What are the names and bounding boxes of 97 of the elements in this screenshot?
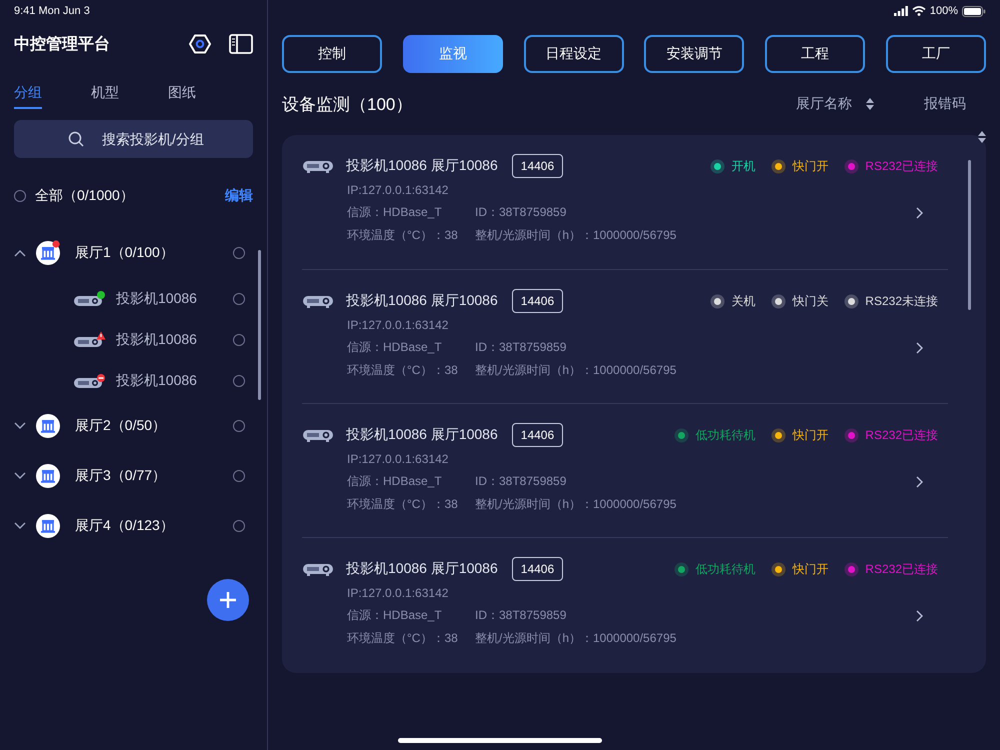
section-title: 设备监测（100） <box>282 94 414 116</box>
search-field[interactable]: 搜索投影机/分组 <box>14 120 253 158</box>
edit-link[interactable]: 编辑 <box>225 187 253 205</box>
device-label[interactable]: 投影机10086 <box>116 330 233 348</box>
status-label: 快门开 <box>792 158 828 174</box>
device-name: 投影机10086 展厅10086 <box>346 292 498 310</box>
status-label: 快门开 <box>792 426 828 444</box>
status-label: 低功耗待机 <box>695 426 756 444</box>
status-label: RS232已连接 <box>865 426 938 444</box>
temperature-text: 环境温度（°C）：38 <box>347 630 459 647</box>
ip-address: IP:127.0.0.1:63142 <box>347 451 450 468</box>
status-label: 低功耗待机 <box>695 560 756 578</box>
status-label: 快门开 <box>792 560 828 578</box>
id-text: ID：38T8759859 <box>475 607 566 624</box>
expand-icon[interactable] <box>14 422 26 430</box>
status-label: 开机 <box>731 158 756 174</box>
radio-button[interactable] <box>14 190 26 202</box>
sidebar-tab[interactable]: 机型 <box>91 84 168 110</box>
hall-icon <box>35 513 61 539</box>
status-time: 9:41 Mon Jun 3 <box>14 5 90 17</box>
collapse-icon[interactable] <box>14 249 26 257</box>
tab[interactable]: 安装调节 <box>644 35 744 73</box>
expand-icon[interactable] <box>14 472 26 480</box>
id-text: ID：38T8759859 <box>475 473 566 490</box>
temperature-text: 环境温度（°C）：38 <box>347 227 459 244</box>
runtime-text: 整机/光源时间（h）：1000000/56795 <box>475 362 676 379</box>
device-label[interactable]: 投影机10086 <box>116 290 233 308</box>
radio-button[interactable] <box>233 247 245 259</box>
wifi-icon <box>912 6 926 16</box>
chevron-right-icon[interactable] <box>916 610 923 622</box>
tab[interactable]: 工厂 <box>886 35 986 73</box>
radio-button[interactable] <box>233 292 245 304</box>
temperature-text: 环境温度（°C）：38 <box>347 362 459 379</box>
sidebar-tab[interactable]: 图纸 <box>168 84 245 110</box>
battery-icon <box>962 6 986 16</box>
sort-button[interactable]: 展厅名称 <box>796 95 874 113</box>
runtime-text: 整机/光源时间（h）：1000000/56795 <box>475 227 676 244</box>
ip-address: IP:127.0.0.1:63142 <box>347 585 450 602</box>
group-label: 全部（0/1000） <box>35 187 135 205</box>
device-name: 投影机10086 展厅10086 <box>346 157 498 175</box>
id-text: ID：38T8759859 <box>475 339 566 356</box>
sort-icon <box>866 98 874 110</box>
error-code-badge: 14406 <box>512 154 564 178</box>
radio-button[interactable] <box>233 470 245 482</box>
source-text: 信源：HDBase_T <box>347 339 443 356</box>
ip-address: IP:127.0.0.1:63142 <box>347 182 450 199</box>
device-name: 投影机10086 展厅10086 <box>346 560 498 578</box>
radio-button[interactable] <box>233 374 245 386</box>
settings-icon <box>189 33 211 55</box>
device-name: 投影机10086 展厅10086 <box>346 426 498 444</box>
status-label: RS232已连接 <box>865 560 938 578</box>
ip-address: IP:127.0.0.1:63142 <box>347 317 450 334</box>
expand-icon[interactable] <box>14 522 26 530</box>
source-text: 信源：HDBase_T <box>347 607 443 624</box>
group-label[interactable]: 展厅2（0/50） <box>75 417 233 435</box>
status-label: 快门关 <box>792 292 828 310</box>
projector-icon <box>302 159 334 173</box>
sidebar-toggle-icon <box>229 34 253 54</box>
tab[interactable]: 工程 <box>765 35 866 73</box>
chevron-right-icon[interactable] <box>916 207 923 219</box>
chevron-right-icon[interactable] <box>916 342 923 354</box>
error-code-badge: 14406 <box>512 557 564 581</box>
error-code-badge: 14406 <box>512 289 564 313</box>
battery-level: 100% <box>930 5 958 17</box>
error-code-badge: 14406 <box>512 423 564 447</box>
source-text: 信源：HDBase_T <box>347 473 443 490</box>
add-button[interactable] <box>207 579 249 621</box>
status-label: 关机 <box>731 292 756 310</box>
projector-icon <box>302 294 334 308</box>
runtime-text: 整机/光源时间（h）：1000000/56795 <box>475 630 676 647</box>
radio-button[interactable] <box>233 334 245 346</box>
scroll-arrows-icon <box>978 131 986 143</box>
temperature-text: 环境温度（°C）：38 <box>347 496 459 513</box>
hall-icon <box>35 413 61 439</box>
runtime-text: 整机/光源时间（h）：1000000/56795 <box>475 496 676 513</box>
hall-icon <box>35 463 61 489</box>
projector-icon <box>302 428 334 442</box>
group-label[interactable]: 展厅3（0/77） <box>75 467 233 485</box>
search-icon <box>68 131 84 147</box>
signal-icon <box>894 6 908 16</box>
radio-button[interactable] <box>233 520 245 532</box>
radio-button[interactable] <box>233 420 245 432</box>
device-label[interactable]: 投影机10086 <box>116 372 233 390</box>
app-title: 中控管理平台 <box>14 34 111 54</box>
column-header[interactable]: 报错码 <box>924 95 966 113</box>
plus-icon <box>219 591 237 609</box>
tab[interactable]: 控制 <box>282 35 382 73</box>
status-label: RS232未连接 <box>865 292 938 310</box>
id-text: ID：38T8759859 <box>475 204 566 221</box>
tab[interactable]: 日程设定 <box>524 35 624 73</box>
source-text: 信源：HDBase_T <box>347 204 443 221</box>
sidebar-tab[interactable]: 分组 <box>14 84 91 110</box>
chevron-right-icon[interactable] <box>916 476 923 488</box>
group-label[interactable]: 展厅4（0/123） <box>75 517 233 535</box>
status-label: RS232已连接 <box>865 158 938 174</box>
projector-icon <box>302 562 334 576</box>
group-label[interactable]: 展厅1（0/100） <box>75 244 233 262</box>
